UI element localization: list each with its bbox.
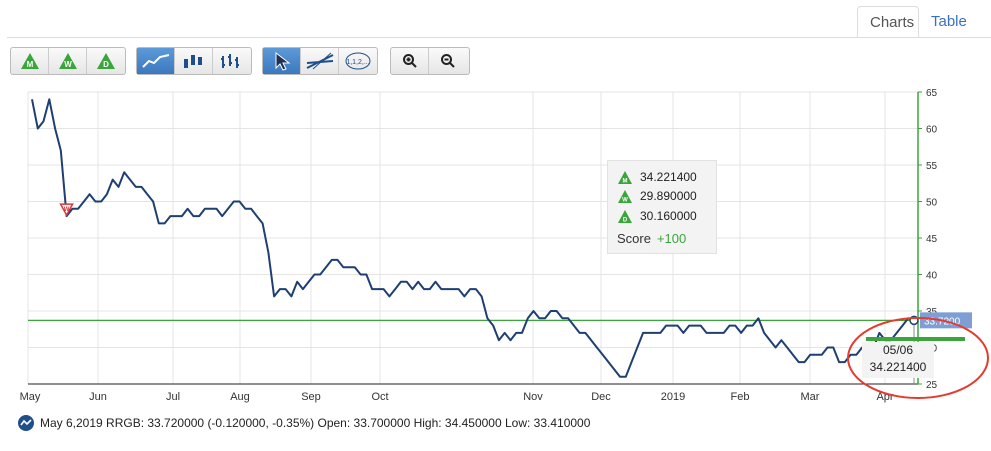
signal-tooltip: M 34.221400 W 29.890000 D 30.160000 Scor… — [607, 160, 717, 254]
hover-value: 34.221400 — [869, 360, 927, 374]
weekly-signal-icon: W — [618, 189, 632, 203]
x-tick-label-3: Aug — [230, 391, 250, 403]
x-tick-label-6: Nov — [523, 391, 543, 403]
y-tick-label-0: 25 — [926, 380, 938, 391]
tooltip-daily-value: 30.160000 — [640, 209, 697, 223]
x-tick-label-8: 2019 — [661, 391, 685, 403]
tooltip-row-monthly: M 34.221400 — [618, 168, 697, 186]
ohlc-summary-text: May 6,2019 RRGB: 33.720000 (-0.120000, -… — [40, 416, 591, 430]
x-tick-label-0: May — [20, 391, 41, 403]
x-tick-label-7: Dec — [591, 391, 611, 403]
score-label: Score — [617, 231, 651, 246]
y-tick-label-7: 60 — [926, 125, 938, 136]
tooltip-weekly-value: 29.890000 — [640, 189, 697, 203]
ohlc-footer: May 6,2019 RRGB: 33.720000 (-0.120000, -… — [18, 414, 590, 432]
tooltip-icon-label-m: M — [623, 178, 628, 184]
y-tick-label-3: 40 — [926, 271, 938, 282]
hover-date: 05/06 — [882, 343, 914, 357]
y-tick-label-6: 55 — [926, 161, 938, 172]
tooltip-icon-label-d: D — [623, 217, 628, 223]
buy-signal-label-M: M — [923, 0, 928, 2]
x-tick-label-4: Sep — [301, 391, 321, 403]
tooltip-icon-label-w: W — [622, 197, 628, 203]
y-tick-label-8: 65 — [926, 88, 938, 99]
tooltip-monthly-value: 34.221400 — [640, 170, 697, 184]
line-chart-badge-icon — [18, 415, 34, 431]
score-value: +100 — [656, 231, 687, 246]
x-tick-label-1: Jun — [89, 391, 107, 403]
x-tick-label-9: Feb — [731, 391, 750, 403]
tooltip-row-daily: D 30.160000 — [618, 207, 697, 225]
hover-readout: 05/06 34.221400 — [862, 342, 934, 378]
daily-signal-icon: D — [618, 209, 632, 223]
monthly-signal-icon: M — [618, 170, 632, 184]
x-tick-label-5: Oct — [371, 391, 388, 403]
y-tick-label-4: 45 — [926, 234, 938, 245]
price-chart[interactable]: MayJunJulAugSepOctNovDec2019FebMarApr253… — [0, 0, 991, 450]
x-tick-label-10: Mar — [801, 391, 820, 403]
score: Score +100 — [617, 231, 686, 246]
sell-signal-label-W: W — [64, 207, 70, 213]
x-tick-label-2: Jul — [166, 391, 180, 403]
tooltip-row-weekly: W 29.890000 — [618, 187, 697, 205]
y-tick-label-5: 50 — [926, 198, 938, 209]
